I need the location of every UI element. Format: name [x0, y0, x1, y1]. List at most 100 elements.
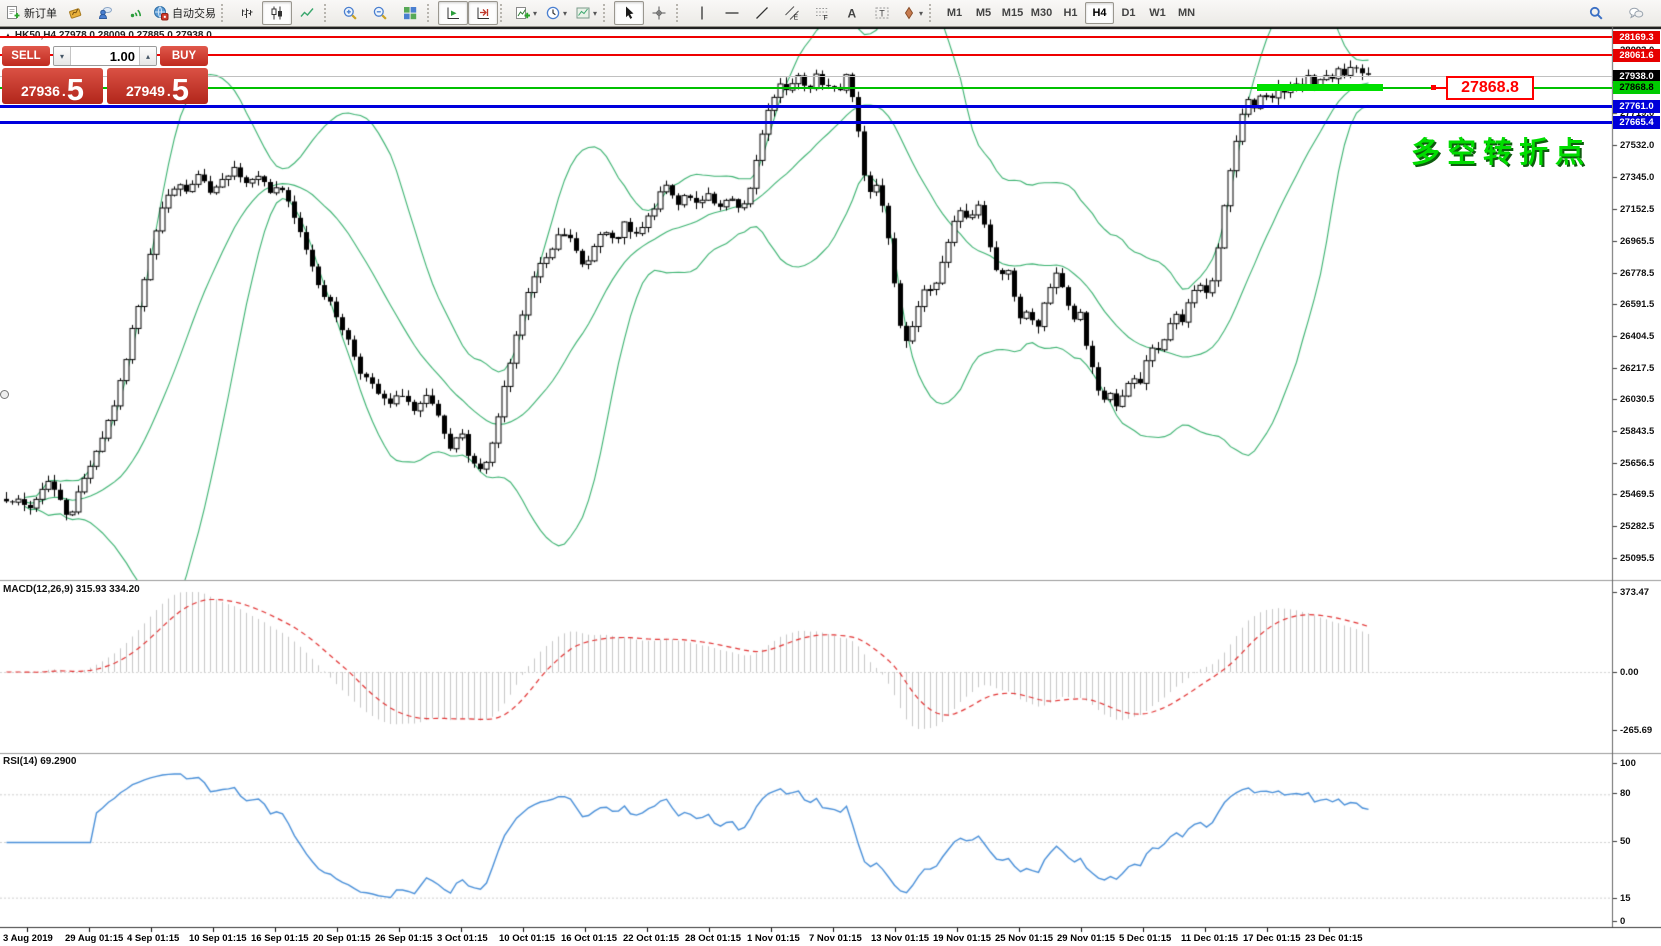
callout-leader: [1436, 87, 1446, 89]
text-label-button[interactable]: T: [867, 1, 897, 25]
svg-text:T: T: [879, 9, 885, 19]
toolbar-group-handle[interactable]: [221, 4, 228, 22]
arrows-button[interactable]: ▾: [897, 1, 927, 25]
horizontal-line-27665.4[interactable]: [0, 121, 1612, 124]
trendline-button[interactable]: [747, 1, 777, 25]
buy-price-fraction: 5: [172, 77, 189, 103]
toolbar-group-handle[interactable]: [929, 4, 936, 22]
timeframe-button-m1[interactable]: M1: [940, 2, 969, 24]
cursor-button[interactable]: [614, 1, 644, 25]
horizontal-line-27761[interactable]: [0, 105, 1612, 108]
rsi-label: RSI(14) 69.2900: [3, 756, 76, 767]
line-chart-button[interactable]: [292, 1, 322, 25]
text-annotation[interactable]: 多空转折点: [1411, 129, 1591, 171]
templates-button[interactable]: ▾: [571, 1, 601, 25]
toolbar-group-handle[interactable]: [603, 4, 610, 22]
periods-button[interactable]: ▾: [541, 1, 571, 25]
crosshair-button[interactable]: [644, 1, 674, 25]
vertical-line-button[interactable]: [687, 1, 717, 25]
price-tick: 25843.5: [1620, 426, 1654, 437]
buy-price-box[interactable]: 27949.5: [107, 68, 208, 104]
signals-button[interactable]: [120, 1, 150, 25]
timeframe-button-w1[interactable]: W1: [1143, 2, 1172, 24]
toolbar-group-handle[interactable]: [676, 4, 683, 22]
horizontal-line-icon: [724, 5, 740, 21]
time-axis-label: 5 Dec 01:15: [1119, 933, 1171, 944]
horizontal-line-button[interactable]: [717, 1, 747, 25]
tile-windows-button[interactable]: [395, 1, 425, 25]
time-axis-label: 11 Dec 01:15: [1181, 933, 1238, 944]
trendline-highlight-segment[interactable]: [1257, 84, 1383, 91]
time-axis-label: 7 Nov 01:15: [809, 933, 862, 944]
price-tick: 26591.5: [1620, 299, 1654, 310]
price-tick: 25656.5: [1620, 458, 1654, 469]
horizontal-line-28061.6[interactable]: [0, 54, 1612, 56]
timeframe-button-h4[interactable]: H4: [1085, 2, 1114, 24]
equidistant-channel-button[interactable]: E: [777, 1, 807, 25]
search-button[interactable]: [1581, 1, 1611, 25]
toolbar-group-handle[interactable]: [427, 4, 434, 22]
new-order-button-label: 新订单: [24, 5, 57, 21]
horizontal-line-27938: [0, 76, 1612, 77]
chart-shift-icon: [475, 5, 491, 21]
toolbar-group-handle[interactable]: [500, 4, 507, 22]
timeframe-button-h1[interactable]: H1: [1056, 2, 1085, 24]
indicator-add-icon: [515, 5, 531, 21]
chat-icon: [1628, 5, 1644, 21]
svg-text:F: F: [824, 15, 828, 21]
timeframe-button-mn[interactable]: MN: [1172, 2, 1201, 24]
zoom-out-icon: [372, 5, 388, 21]
auto-scroll-button[interactable]: [438, 1, 468, 25]
price-tick: 25469.5: [1620, 489, 1654, 500]
zoom-out-button[interactable]: [365, 1, 395, 25]
chevron-down-icon: ▾: [533, 9, 537, 18]
chat-button[interactable]: [1621, 1, 1651, 25]
sell-price-box[interactable]: 27936.5: [2, 68, 103, 104]
price-tick: 26778.5: [1620, 268, 1654, 279]
one-click-trading-panel: SELL ▾ ▴ BUY 27936.5 27949.5: [2, 46, 208, 104]
chart-shift-button[interactable]: [468, 1, 498, 25]
timeframe-button-m15[interactable]: M15: [998, 2, 1027, 24]
toolbar-group-handle[interactable]: [324, 4, 331, 22]
time-axis-label: 29 Nov 01:15: [1057, 933, 1115, 944]
volume-increase-button[interactable]: ▴: [139, 47, 156, 65]
time-axis-label: 1 Nov 01:15: [747, 933, 800, 944]
sell-button[interactable]: SELL: [2, 46, 50, 66]
fibonacci-button[interactable]: F: [807, 1, 837, 25]
time-axis-label: 19 Nov 01:15: [933, 933, 991, 944]
time-axis-label: 3 Aug 2019: [3, 933, 53, 944]
price-callout[interactable]: 27868.8: [1446, 76, 1534, 100]
volume-input[interactable]: [71, 47, 139, 65]
price-tick: 25282.5: [1620, 521, 1654, 532]
market-watch-button[interactable]: [90, 1, 120, 25]
timeframe-button-d1[interactable]: D1: [1114, 2, 1143, 24]
text-label-icon: T: [874, 5, 890, 21]
text-button[interactable]: A: [837, 1, 867, 25]
autotrading-button[interactable]: 自动交易: [150, 1, 219, 25]
candlestick-button[interactable]: [262, 1, 292, 25]
time-axis-label: 17 Dec 01:15: [1243, 933, 1301, 944]
chevron-down-icon: ▾: [919, 9, 923, 18]
market-watch-icon: [97, 5, 113, 21]
timeframe-button-m5[interactable]: M5: [969, 2, 998, 24]
gold-chart-icon: [67, 5, 83, 21]
price-tick: 27152.5: [1620, 204, 1654, 215]
chevron-down-icon: ▾: [563, 9, 567, 18]
autotrading-icon: [153, 5, 169, 21]
price-tick: 26217.5: [1620, 363, 1654, 374]
vertical-line-icon: [694, 5, 710, 21]
tile-windows-icon: [402, 5, 418, 21]
new-order-button[interactable]: 新订单: [2, 1, 60, 25]
volume-decrease-button[interactable]: ▾: [54, 47, 71, 65]
svg-text:E: E: [794, 15, 799, 22]
zoom-in-icon: [342, 5, 358, 21]
zoom-in-button[interactable]: [335, 1, 365, 25]
timeframe-button-m30[interactable]: M30: [1027, 2, 1056, 24]
template-icon: [575, 5, 591, 21]
chart-window-button[interactable]: [60, 1, 90, 25]
price-tick: 26965.5: [1620, 236, 1654, 247]
bar-chart-button[interactable]: [232, 1, 262, 25]
indicators-button[interactable]: ▾: [511, 1, 541, 25]
buy-button[interactable]: BUY: [160, 46, 208, 66]
horizontal-line-28169.3[interactable]: [0, 36, 1612, 38]
